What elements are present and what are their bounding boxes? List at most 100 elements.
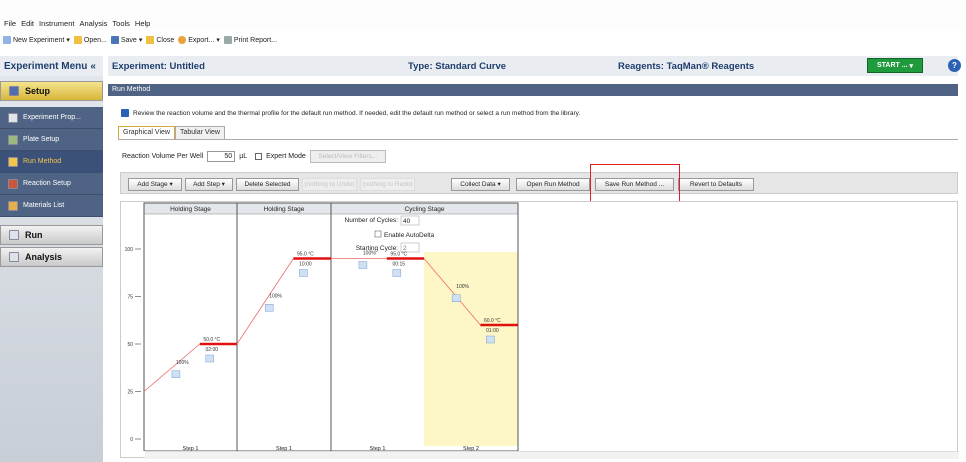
thermal-profile-svg: Holding Stage Holding Stage Cycling Stage N… <box>125 202 519 451</box>
stage-frame <box>236 202 332 451</box>
experiment-name: Experiment: Untitled <box>112 60 205 72</box>
ramp-collection-icon <box>171 370 181 378</box>
menu-edit[interactable]: Edit <box>21 19 34 28</box>
print-report-button[interactable]: Print Report... <box>223 36 277 44</box>
data-collection-icon <box>205 354 215 363</box>
chart-horizontal-scrollbar[interactable] <box>145 451 959 459</box>
sidebar-item-icon <box>8 134 18 145</box>
experiment-type: Type: Standard Curve <box>408 60 507 72</box>
analysis-icon <box>9 252 19 262</box>
menu-help[interactable]: Help <box>135 19 150 28</box>
help-icon[interactable]: ? <box>948 59 961 72</box>
y-tick-label: 0 <box>130 437 133 443</box>
menu-bar: File Edit Instrument Analysis Tools Help <box>0 0 966 30</box>
sidebar-item-plate-setup[interactable]: Plate Setup <box>0 129 103 151</box>
stage-frame <box>143 202 238 451</box>
redo-button[interactable]: (nothing to Redo) <box>360 178 415 191</box>
sidebar-item-reaction-setup[interactable]: Reaction Setup <box>0 173 103 195</box>
setup-icon <box>9 86 19 96</box>
new-document-icon <box>3 36 11 44</box>
ramp-rate-label: 100% <box>176 360 189 366</box>
stage-name: Holding Stage <box>264 206 305 213</box>
add-stage-button[interactable]: Add Stage ▾ <box>128 178 182 191</box>
reagents-label: Reagents: TaqMan® Reagents <box>618 60 755 72</box>
ramp-rate-label: 100% <box>269 293 282 299</box>
ramp-rate-label: 100% <box>456 284 469 290</box>
sidebar-item-experiment-prop[interactable]: Experiment Prop... <box>0 107 103 129</box>
save-run-method-highlight <box>590 164 680 205</box>
open-button[interactable]: Open... <box>73 36 107 44</box>
stage-name: Holding Stage <box>170 206 211 213</box>
close-folder-icon <box>146 36 155 44</box>
collapse-sidebar-button[interactable]: « <box>90 61 96 72</box>
menu-analysis[interactable]: Analysis <box>79 19 107 28</box>
ramp-collection-icon <box>264 304 274 312</box>
view-tabs: Graphical View Tabular View <box>118 126 225 139</box>
y-tick-label: 25 <box>127 390 133 396</box>
thermal-profile-chart: Holding Stage Holding Stage Cycling Stage N… <box>120 201 959 459</box>
stage-name: Cycling Stage <box>404 206 444 213</box>
new-experiment-button[interactable]: New Experiment ▾ <box>3 36 70 44</box>
main-toolbar: New Experiment ▾ Open... Save ▾ Close Ex… <box>0 33 966 47</box>
setup-section[interactable]: Setup <box>0 81 103 101</box>
run-section[interactable]: Run <box>0 225 103 245</box>
enable-autodelta-label: Enable AutoDelta <box>384 232 435 239</box>
export-icon <box>178 36 187 44</box>
sidebar-item-icon <box>8 178 18 189</box>
info-icon <box>121 109 129 117</box>
info-message: Review the reaction volume and the therm… <box>121 109 580 117</box>
save-button[interactable]: Save ▾ <box>110 36 142 44</box>
ramp-rate-label: 100% <box>363 251 376 257</box>
revert-to-defaults-button[interactable]: Revert to Defaults <box>678 178 754 191</box>
run-icon <box>9 230 19 240</box>
sidebar-item-icon <box>8 112 18 123</box>
step-temperature-label: 95.0 °C <box>297 252 314 258</box>
reaction-volume-row: Reaction Volume Per Well 50 µL Expert Mo… <box>122 150 386 163</box>
run-method-action-bar: Add Stage ▾ Add Step ▾ Delete Selected (… <box>120 172 958 194</box>
step-time-label: 01:00 <box>486 328 499 334</box>
ramp-collection-icon <box>451 294 461 302</box>
select-view-filters-button[interactable]: Select/View Filters... <box>309 150 386 163</box>
run-method-title-bar: Run Method <box>108 84 958 96</box>
data-collection-icon <box>299 269 308 277</box>
experiment-header: Experiment: Untitled Type: Standard Curv… <box>108 56 961 76</box>
menu-tools[interactable]: Tools <box>112 19 130 28</box>
tab-divider <box>118 139 958 140</box>
undo-button[interactable]: (nothing to Undo) <box>302 178 357 191</box>
collect-data-button[interactable]: Collect Data ▾ <box>451 178 510 191</box>
step-time-label: 00:15 <box>393 262 406 268</box>
tab-tabular-view[interactable]: Tabular View <box>174 126 225 139</box>
menu-file[interactable]: File <box>4 19 16 28</box>
sidebar-item-icon <box>8 156 18 167</box>
number-of-cycles-label: Number of Cycles: <box>345 217 399 224</box>
reaction-volume-input[interactable]: 50 <box>207 151 236 162</box>
sidebar-item-icon <box>8 200 18 211</box>
number-of-cycles-value: 40 <box>403 218 411 225</box>
expert-mode-checkbox[interactable] <box>255 153 263 160</box>
sidebar-item-materials-list[interactable]: Materials List <box>0 195 103 217</box>
open-run-method-button[interactable]: Open Run Method <box>516 178 590 191</box>
y-tick-label: 100 <box>125 247 134 253</box>
sidebar-item-run-method[interactable]: Run Method <box>0 151 103 173</box>
step-time-label: 10:00 <box>299 262 312 268</box>
step-temperature-label: 50.0 °C <box>203 337 220 343</box>
export-button[interactable]: Export... ▾ <box>178 36 220 44</box>
menu-instrument[interactable]: Instrument <box>39 19 74 28</box>
start-run-button[interactable]: START ... ▾ <box>867 58 923 73</box>
ramp-line <box>236 258 294 345</box>
selected-step-highlight <box>424 252 518 446</box>
folder-icon <box>73 36 82 44</box>
tab-graphical-view[interactable]: Graphical View <box>118 126 175 139</box>
experiment-menu-title: Experiment Menu « <box>0 56 103 76</box>
analysis-section[interactable]: Analysis <box>0 247 103 267</box>
step-temperature-label: 95.0 °C <box>390 252 407 258</box>
printer-icon <box>223 36 232 44</box>
delete-selected-button[interactable]: Delete Selected <box>236 178 299 191</box>
close-button[interactable]: Close <box>146 36 174 44</box>
data-collection-icon <box>486 335 495 344</box>
y-tick-label: 75 <box>127 295 133 301</box>
ramp-line <box>143 343 201 392</box>
y-tick-label: 50 <box>127 342 133 348</box>
step-time-label: 02:00 <box>206 347 219 353</box>
add-step-button[interactable]: Add Step ▾ <box>185 178 233 191</box>
